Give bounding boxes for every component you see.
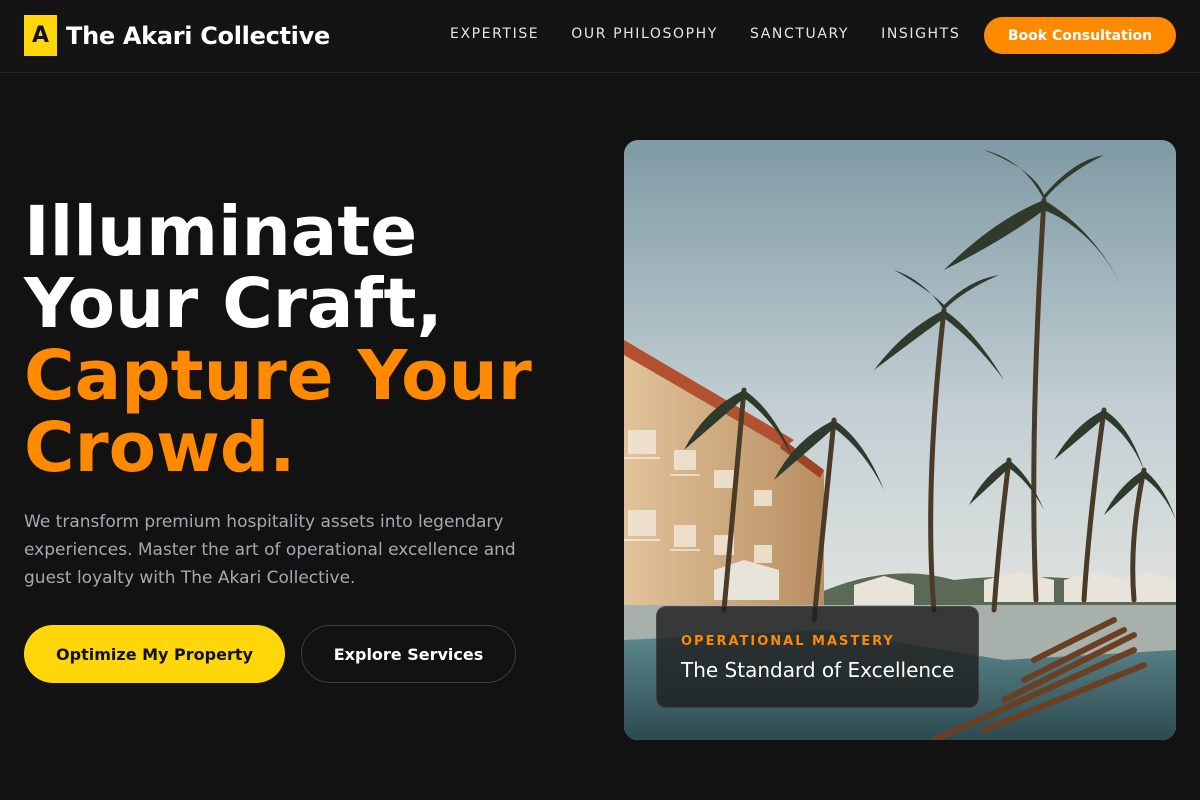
- brand-name: The Akari Collective: [66, 21, 330, 50]
- brand-logo[interactable]: A The Akari Collective: [24, 15, 330, 56]
- hero-headline: Illuminate Your Craft, Capture Your Crow…: [24, 196, 604, 484]
- main-nav: EXPERTISE OUR PHILOSOPHY SANCTUARY INSIG…: [450, 26, 992, 42]
- brand-mark-icon: A: [24, 15, 57, 56]
- headline-line: Your Craft,: [24, 264, 443, 344]
- nav-item-sanctuary[interactable]: SANCTUARY: [750, 26, 849, 42]
- card-title: The Standard of Excellence: [681, 658, 955, 682]
- site-header: A The Akari Collective EXPERTISE OUR PHI…: [0, 0, 1200, 73]
- card-kicker: OPERATIONAL MASTERY: [681, 634, 895, 649]
- hero-description: We transform premium hospitality assets …: [24, 512, 516, 588]
- nav-item-our-philosophy[interactable]: OUR PHILOSOPHY: [571, 26, 718, 42]
- book-consultation-button[interactable]: Book Consultation: [984, 17, 1176, 54]
- headline-line: Illuminate: [24, 192, 418, 272]
- optimize-property-button[interactable]: Optimize My Property: [24, 625, 285, 683]
- nav-item-expertise[interactable]: EXPERTISE: [450, 26, 539, 42]
- nav-item-insights[interactable]: INSIGHTS: [881, 26, 960, 42]
- explore-services-button[interactable]: Explore Services: [301, 625, 516, 683]
- headline-accent-line: Crowd.: [24, 408, 296, 488]
- headline-accent-line: Capture Your: [24, 336, 532, 416]
- card-caption-panel: OPERATIONAL MASTERY The Standard of Exce…: [656, 606, 979, 708]
- resort-image-card: OPERATIONAL MASTERY The Standard of Exce…: [624, 140, 1176, 740]
